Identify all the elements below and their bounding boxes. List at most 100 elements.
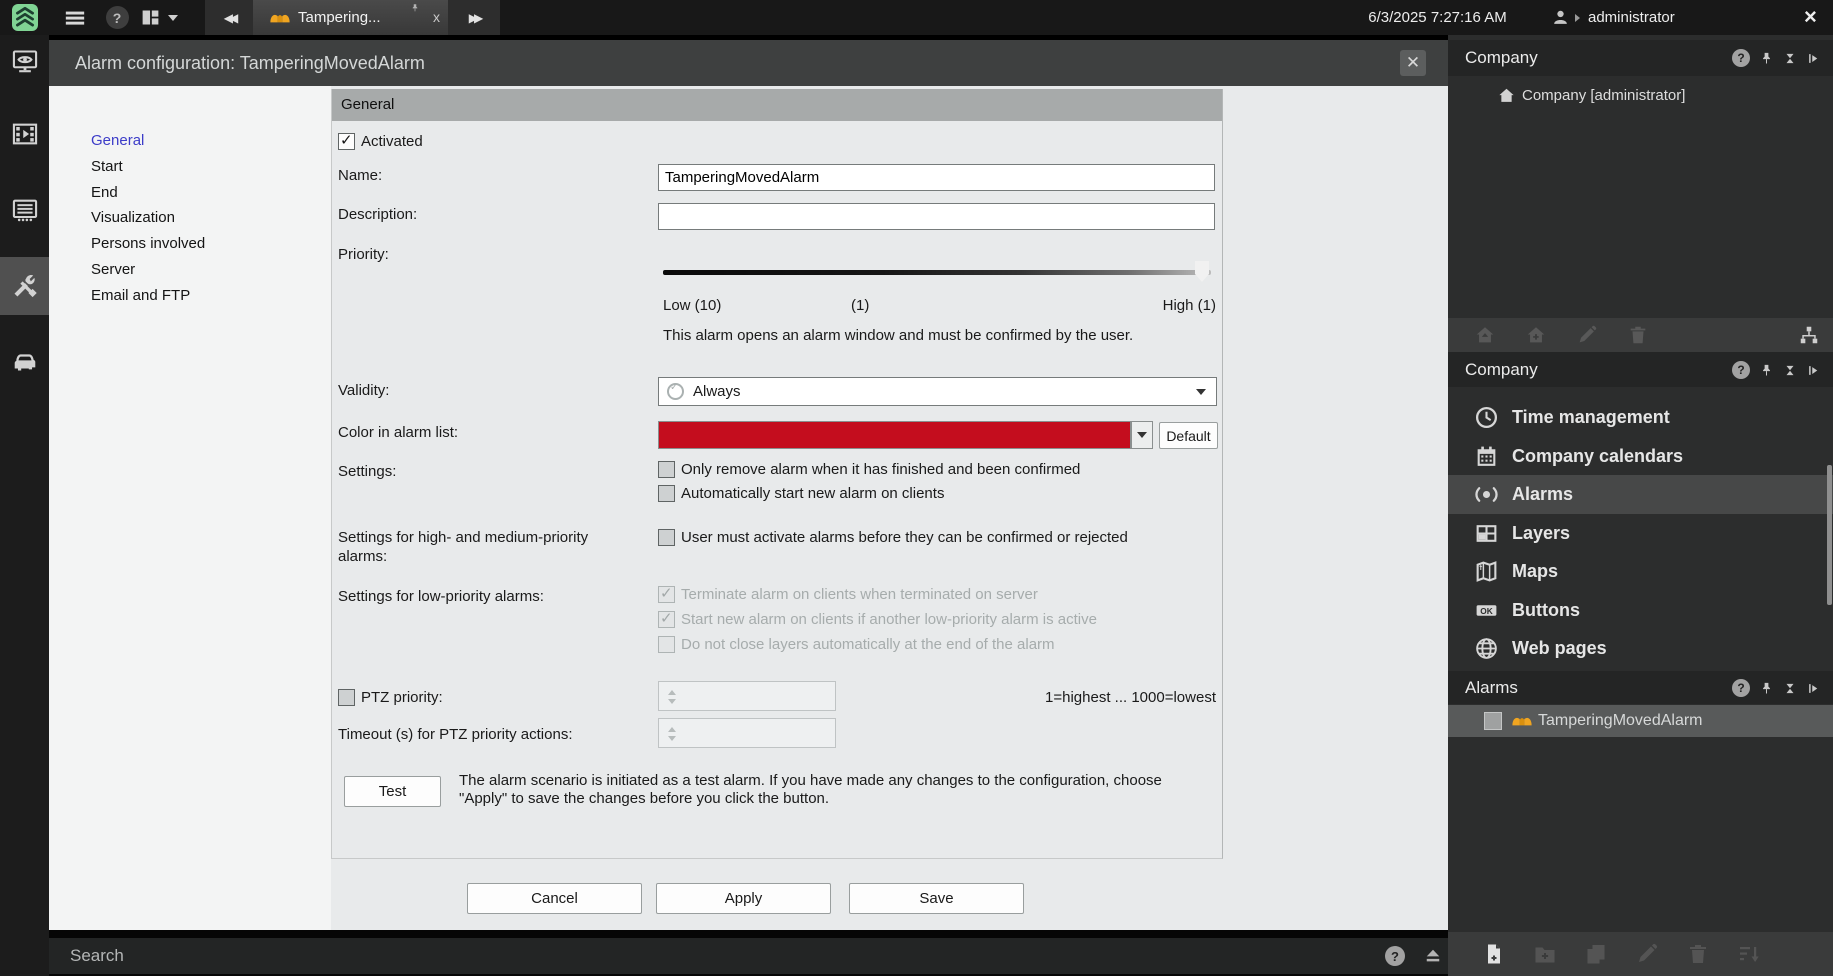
dialog-nav-general[interactable]: General	[91, 132, 144, 149]
tree-view-button[interactable]	[1798, 324, 1820, 346]
tree-item-company-root[interactable]: Company [administrator]	[1448, 81, 1833, 111]
help-icon[interactable]: ?	[1732, 49, 1750, 67]
alarms-toolbar	[1448, 932, 1833, 976]
dialog-nav-server[interactable]: Server	[91, 261, 135, 278]
delete-button[interactable]	[1627, 324, 1649, 346]
priority-slider-handle[interactable]	[1195, 261, 1209, 282]
search-help-button[interactable]: ?	[1385, 946, 1405, 966]
collapse-panel-icon[interactable]	[1806, 681, 1821, 696]
nav-item-buttons[interactable]: Buttons	[1448, 591, 1833, 630]
dialog-nav-start[interactable]: Start	[91, 158, 123, 175]
dialog-nav-visualization[interactable]: Visualization	[91, 209, 175, 226]
sidebar-item-archive[interactable]	[0, 107, 49, 161]
help-icon[interactable]: ?	[1732, 361, 1750, 379]
user-must-activate-checkbox[interactable]	[658, 529, 675, 546]
home-up-icon	[1474, 324, 1496, 346]
sidebar-item-configuration[interactable]	[0, 257, 49, 315]
validity-label: Validity:	[338, 382, 390, 399]
alarm-list-item-tamperingmovedalarm[interactable]: TamperingMovedAlarm	[1448, 705, 1833, 737]
tree-toolbar	[1448, 318, 1833, 352]
panel-title: Alarms	[1465, 678, 1518, 697]
test-button[interactable]: Test	[344, 776, 441, 807]
search-bar[interactable]: Search ?	[49, 938, 1448, 974]
nav-item-layers[interactable]: Layers	[1448, 514, 1833, 553]
name-input[interactable]	[658, 164, 1215, 191]
delete-alarm-button[interactable]	[1686, 942, 1710, 966]
search-input[interactable]: Search	[70, 938, 124, 974]
panel-scrollbar-thumb[interactable]	[1827, 465, 1832, 605]
add-home-button[interactable]	[1525, 324, 1547, 346]
close-window-button[interactable]: ×	[1804, 0, 1817, 35]
alarm-color-dropdown-button[interactable]	[1131, 421, 1153, 449]
minimize-button[interactable]	[1736, 0, 1766, 35]
sidebar-item-surveillance[interactable]	[0, 35, 49, 89]
pin-icon[interactable]	[1759, 363, 1774, 378]
priority-scale-mid: (1)	[851, 297, 870, 314]
cancel-button[interactable]: Cancel	[467, 883, 642, 914]
alarm-item-checkbox[interactable]	[1484, 712, 1502, 730]
pin-icon[interactable]	[1759, 51, 1774, 66]
sort-button[interactable]	[1737, 942, 1761, 966]
nav-item-company-calendars[interactable]: Company calendars	[1448, 437, 1833, 476]
new-folder-button[interactable]	[1533, 942, 1557, 966]
duplicate-button[interactable]	[1584, 942, 1608, 966]
apply-button[interactable]: Apply	[656, 883, 831, 914]
maximize-button[interactable]	[1770, 0, 1800, 35]
activated-checkbox[interactable]	[338, 131, 355, 150]
save-button[interactable]: Save	[849, 883, 1024, 914]
go-home-button[interactable]	[1474, 324, 1496, 346]
calendar-icon	[1474, 444, 1499, 469]
tab-close-icon[interactable]: x	[433, 8, 440, 26]
collapse-panel-icon[interactable]	[1806, 51, 1821, 66]
description-label: Description:	[338, 206, 418, 223]
auto-start-new-alarm-checkbox[interactable]	[658, 485, 675, 502]
description-input[interactable]	[658, 203, 1215, 230]
pin-icon[interactable]	[410, 3, 420, 13]
edit-button[interactable]	[1576, 324, 1598, 346]
hourglass-icon[interactable]	[1783, 363, 1797, 378]
app-logo-icon[interactable]	[12, 4, 38, 31]
home-icon	[1497, 86, 1516, 105]
edit-alarm-button[interactable]	[1635, 942, 1659, 966]
new-alarm-button[interactable]	[1482, 942, 1506, 966]
tabs-scroll-left-button[interactable]: ◀◀	[205, 0, 253, 35]
priority-note: This alarm opens an alarm window and mus…	[663, 327, 1134, 344]
layout-dropdown-caret[interactable]	[166, 0, 180, 35]
tabs-scroll-right-button[interactable]: ▶▶	[448, 0, 500, 35]
nav-item-time-management[interactable]: Time management	[1448, 398, 1833, 437]
color-default-button[interactable]: Default	[1159, 422, 1218, 449]
dialog-nav-email-ftp[interactable]: Email and FTP	[91, 287, 190, 304]
only-remove-alarm-checkbox[interactable]	[658, 461, 675, 478]
nav-item-maps[interactable]: Maps	[1448, 552, 1833, 591]
help-button[interactable]: ?	[103, 0, 131, 35]
sidebar-item-report[interactable]	[0, 183, 49, 237]
alarm-waves-icon	[1474, 482, 1499, 507]
map-icon	[1474, 559, 1499, 584]
ptz-priority-checkbox[interactable]	[338, 689, 355, 706]
search-expand-button[interactable]	[1423, 946, 1443, 966]
collapse-panel-icon[interactable]	[1806, 363, 1821, 378]
dialog-close-button[interactable]: ✕	[1400, 50, 1426, 76]
tab-strip: ◀◀ Tampering... x ▶▶	[205, 0, 500, 35]
hourglass-icon[interactable]	[1783, 681, 1797, 696]
validity-dropdown[interactable]: Always	[658, 377, 1217, 406]
user-menu-caret[interactable]	[1572, 0, 1582, 35]
pin-icon[interactable]	[1759, 681, 1774, 696]
dialog-nav-end[interactable]: End	[91, 184, 118, 201]
setting-label: User must activate alarms before they ca…	[681, 529, 1128, 546]
bottom-bar: Search ?	[49, 930, 1448, 976]
name-label: Name:	[338, 167, 383, 184]
org-chart-icon	[1798, 324, 1820, 346]
tab-tampering[interactable]: Tampering... x	[253, 0, 448, 35]
hourglass-icon[interactable]	[1783, 51, 1797, 66]
close-icon: ✕	[1405, 53, 1421, 72]
layout-button[interactable]	[136, 0, 164, 35]
dialog-nav-persons-involved[interactable]: Persons involved	[91, 235, 205, 252]
nav-item-alarms[interactable]: Alarms	[1448, 475, 1833, 514]
sidebar-item-lpr[interactable]	[0, 335, 49, 389]
main-menu-button[interactable]	[56, 0, 94, 35]
nav-item-web-pages[interactable]: Web pages	[1448, 629, 1833, 668]
priority-slider-track[interactable]	[663, 270, 1211, 275]
alarm-color-swatch[interactable]	[658, 421, 1131, 449]
help-icon[interactable]: ?	[1732, 679, 1750, 697]
